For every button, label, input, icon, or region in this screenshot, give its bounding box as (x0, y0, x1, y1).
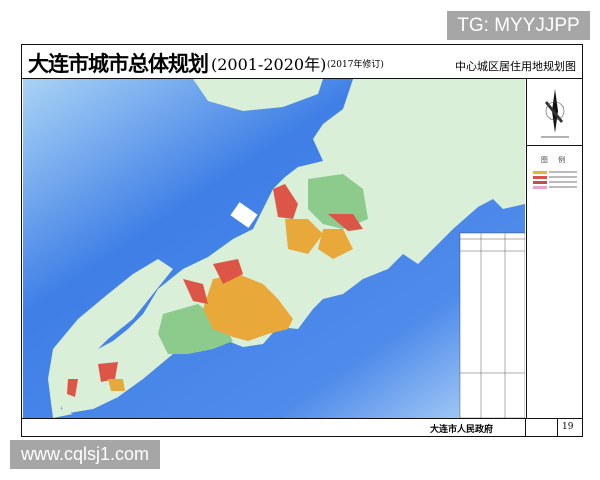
title-revision: (2017年修订) (327, 60, 384, 70)
legend-swatch-existing (533, 171, 547, 174)
legend-label (549, 176, 577, 178)
legend-swatch-planned (533, 176, 547, 179)
footer-organization: 大连市人民政府 (430, 425, 494, 435)
footer: 大连市人民政府 19 (22, 418, 582, 437)
watermark-top: TG: MYYJJPP (447, 11, 590, 40)
residential-existing-west (108, 379, 125, 391)
title-years: (2001-2020年) (211, 55, 327, 74)
side-panel: 图 例 (526, 79, 583, 418)
compass-rose (527, 79, 583, 146)
page-number: 19 (562, 422, 574, 432)
divider (557, 419, 558, 437)
watermark-bottom: www.cqlsj1.com (10, 440, 160, 469)
legend-label (549, 186, 577, 188)
legend-label (549, 181, 577, 183)
legend-swatch-boundary (533, 181, 547, 184)
page-title: 大连市城市总体规划 (28, 52, 209, 76)
planning-map (23, 79, 525, 418)
map-subtitle: 中心城区居住用地规划图 (455, 60, 576, 73)
legend-label (549, 171, 577, 173)
title-bar: 大连市城市总体规划 (2001-2020年) (2017年修订) 中心城区居住用… (22, 45, 582, 79)
north-arrow-icon (541, 89, 569, 138)
map-sheet: 大连市城市总体规划 (2001-2020年) (2017年修订) 中心城区居住用… (21, 44, 583, 437)
legend-swatch-center-boundary (533, 186, 547, 189)
legend-title: 图 例 (540, 156, 570, 164)
data-table (459, 232, 525, 418)
divider (525, 419, 526, 437)
